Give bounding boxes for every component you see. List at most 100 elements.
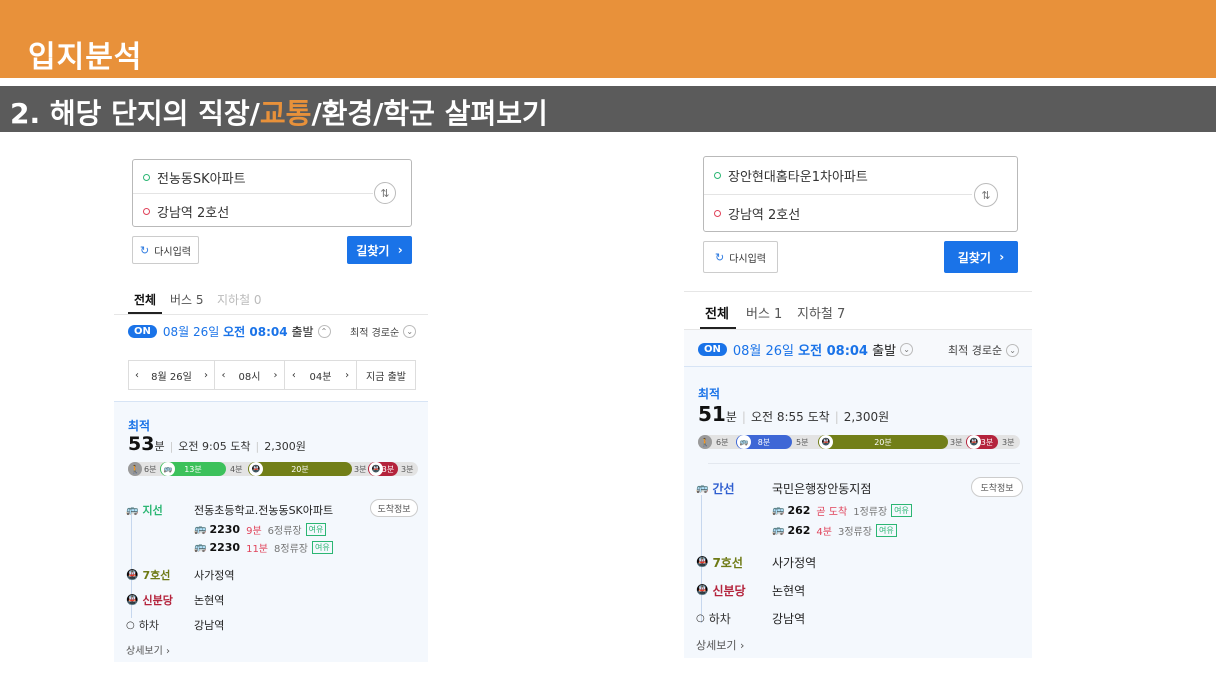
retry-button[interactable]: ↻ 다시입력 bbox=[703, 241, 778, 273]
walk-time: 6분 bbox=[716, 438, 729, 447]
depart-suffix: 출발 bbox=[872, 344, 897, 359]
step-line-label: 신분당 bbox=[142, 594, 173, 607]
tab-subway[interactable]: 지하철 0 bbox=[217, 291, 262, 308]
step-alight: ○ 하차 bbox=[126, 617, 159, 633]
route-input-box: 전농동SK아파트 강남역 2호선 ⇅ bbox=[132, 159, 412, 227]
next-icon[interactable]: › bbox=[273, 370, 277, 381]
bus-eta: 9분 bbox=[246, 526, 262, 537]
crowd-badge: 여유 bbox=[311, 541, 333, 554]
crowd-badge: 여유 bbox=[891, 504, 912, 517]
arrival-info-button[interactable]: 도착정보 bbox=[370, 499, 418, 517]
segment-bar: 🚶 6분 8분 🚌 5분 20분 🚇 3분 3분 🚇 3분 bbox=[698, 435, 1020, 449]
tab-subway[interactable]: 지하철 7 bbox=[797, 303, 845, 322]
step-line-label: 지선 bbox=[142, 504, 163, 517]
tab-bus[interactable]: 버스 5 bbox=[170, 291, 204, 308]
subway-icon: 🚇 bbox=[819, 435, 833, 449]
search-route-button[interactable]: 길찾기 › bbox=[944, 241, 1018, 273]
destination-field[interactable]: 강남역 2호선 bbox=[143, 202, 229, 221]
subtitle-accent: 교통 bbox=[259, 97, 312, 130]
step-station: 논현역 bbox=[772, 584, 806, 598]
bus-stops: 1정류장 bbox=[853, 507, 888, 518]
bus-icon: 🚌 bbox=[772, 505, 785, 516]
arrival-time: 오전 8:55 도착 bbox=[750, 410, 830, 424]
refresh-icon: ↻ bbox=[139, 243, 150, 257]
prev-icon[interactable]: ‹ bbox=[135, 370, 139, 381]
chevron-right-icon: › bbox=[397, 243, 403, 257]
search-route-button[interactable]: 길찾기 › bbox=[347, 236, 412, 264]
slide-subtitle: 2. 해당 단지의 직장/교통/환경/학군 살펴보기 bbox=[10, 92, 548, 132]
directions-panel-right: 장안현대홈타운1차아파트 강남역 2호선 ⇅ ↻ 다시입력 길찾기 › 전체 버스… bbox=[684, 148, 1032, 658]
route-result-card[interactable]: 최적 51 분 | 오전 8:55 도착 | 2,300원 🚶 6분 8분 🚌 … bbox=[684, 366, 1032, 658]
retry-button[interactable]: ↻ 다시입력 bbox=[132, 236, 199, 264]
date-stepper[interactable]: ‹ 8월 26일 › bbox=[129, 361, 215, 389]
segment-line7: 20분 bbox=[818, 435, 948, 449]
chevron-right-icon: › bbox=[999, 250, 1005, 264]
arrival-info-button[interactable]: 도착정보 bbox=[971, 477, 1023, 497]
search-label: 길찾기 bbox=[957, 250, 991, 265]
duration-number: 51 bbox=[698, 402, 726, 426]
prev-icon[interactable]: ‹ bbox=[222, 370, 226, 381]
swap-arrows-icon[interactable]: ⇅ bbox=[974, 183, 998, 207]
origin-field[interactable]: 전농동SK아파트 bbox=[143, 168, 246, 187]
arrival-time: 오전 9:05 도착 bbox=[178, 440, 251, 453]
prev-icon[interactable]: ‹ bbox=[292, 370, 296, 381]
bus-stops: 8정류장 bbox=[274, 544, 308, 555]
depart-date: 08월 26일 bbox=[732, 344, 795, 359]
slide-title: 입지분석 bbox=[28, 40, 143, 75]
origin-field[interactable]: 장안현대홈타운1차아파트 bbox=[714, 166, 868, 185]
duration-unit: 분 bbox=[154, 440, 165, 453]
subway-icon: 🚇 bbox=[249, 462, 263, 476]
route-input-box: 장안현대홈타운1차아파트 강남역 2호선 ⇅ bbox=[703, 156, 1018, 232]
origin-text: 전농동SK아파트 bbox=[157, 172, 246, 187]
depart-time: 오전 08:04 bbox=[798, 344, 868, 359]
walk-icon: 🚶 bbox=[698, 435, 712, 449]
detail-link[interactable]: 상세보기 › bbox=[696, 637, 744, 653]
card-divider bbox=[708, 463, 1020, 464]
step-station: 강남역 bbox=[772, 612, 806, 626]
bus-stops: 3정류장 bbox=[837, 527, 872, 538]
sort-dropdown[interactable]: 최적 경로순 ⌄ bbox=[948, 342, 1020, 358]
step-subway-7: 🚇 7호선 bbox=[126, 567, 170, 583]
subway-icon: 🚇 bbox=[696, 557, 709, 568]
on-badge: ON bbox=[698, 343, 727, 356]
chevron-down-icon: ⌄ bbox=[900, 343, 914, 356]
tab-all[interactable]: 전체 bbox=[705, 303, 729, 322]
bus-number: 262 bbox=[787, 524, 811, 537]
bus-icon: 🚌 bbox=[696, 483, 709, 494]
detail-link[interactable]: 상세보기 › bbox=[126, 642, 170, 657]
step-line-label: 7호선 bbox=[142, 569, 171, 582]
bus-icon: 🚌 bbox=[194, 542, 207, 553]
hour-stepper[interactable]: ‹ 08시 › bbox=[215, 361, 285, 389]
tab-all[interactable]: 전체 bbox=[134, 291, 156, 308]
subway-icon: 🚇 bbox=[967, 435, 981, 449]
bus-stops: 6정류장 bbox=[267, 526, 302, 537]
subway-icon: 🚇 bbox=[126, 594, 139, 606]
walk-time: 6분 bbox=[144, 465, 157, 474]
departure-row[interactable]: ON 08월 26일 오전 08:04 출발 ⌄ bbox=[698, 340, 914, 359]
next-icon[interactable]: › bbox=[204, 370, 208, 381]
crowd-badge: 여유 bbox=[875, 524, 897, 537]
walk-time: 3분 bbox=[401, 465, 414, 474]
depart-now-label: 지금 출발 bbox=[366, 371, 406, 383]
departure-row[interactable]: ON 08월 26일 오전 08:04 출발 ⌃ bbox=[128, 323, 331, 340]
step-station: 논현역 bbox=[194, 594, 225, 607]
fare: 2,300원 bbox=[264, 440, 306, 453]
swap-arrows-icon[interactable]: ⇅ bbox=[374, 182, 396, 204]
step-shinbundang: 🚇 신분당 bbox=[126, 592, 173, 608]
depart-now-button[interactable]: 지금 출발 bbox=[357, 361, 415, 389]
subway-icon: 🚇 bbox=[126, 569, 139, 581]
chevron-right-icon: › bbox=[739, 639, 745, 652]
step-station: 강남역 bbox=[194, 619, 225, 632]
bus-arrival-row: 🚌 262 4분 3정류장 여유 bbox=[772, 523, 897, 538]
next-icon[interactable]: › bbox=[345, 370, 349, 381]
step-bus: 🚌 간선 bbox=[696, 480, 735, 497]
tab-bus[interactable]: 버스 1 bbox=[746, 303, 782, 322]
route-result-card[interactable]: 최적 53 분 | 오전 9:05 도착 | 2,300원 🚶 6분 13분 🚌… bbox=[114, 401, 428, 662]
duration-row: 53 분 | 오전 9:05 도착 | 2,300원 bbox=[128, 433, 306, 455]
destination-field[interactable]: 강남역 2호선 bbox=[714, 204, 800, 223]
minute-stepper[interactable]: ‹ 04분 › bbox=[285, 361, 357, 389]
sort-dropdown[interactable]: 최적 경로순 ⌄ bbox=[350, 324, 417, 339]
step-bus: 🚌 지선 bbox=[126, 502, 163, 518]
step-station: 사가정역 bbox=[772, 556, 817, 570]
subtitle-pre: 2. 해당 단지의 직장/ bbox=[10, 97, 260, 130]
